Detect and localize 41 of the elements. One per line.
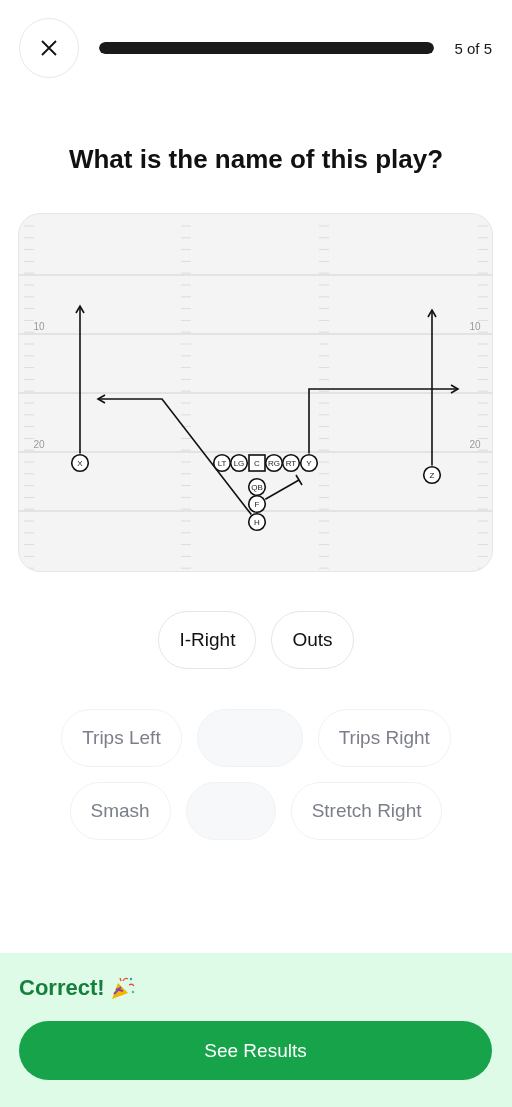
player-marker	[247, 512, 267, 532]
question-title: What is the name of this play?	[67, 144, 445, 175]
option-chip[interactable]: Stretch Right	[290, 782, 443, 840]
player-label: F	[254, 499, 260, 509]
feedback-message: Correct!	[19, 975, 105, 1001]
player-marker	[281, 453, 301, 473]
player-marker	[70, 453, 90, 473]
player-label: LG	[233, 458, 245, 468]
hash-mark	[180, 437, 192, 439]
player-marker	[247, 477, 267, 497]
player-marker	[422, 465, 442, 485]
player-label: X	[77, 458, 83, 468]
close-icon	[41, 40, 57, 56]
option-chip[interactable]: Smash	[69, 782, 171, 840]
player-label: QB	[251, 482, 263, 492]
player-label: H	[254, 517, 260, 527]
player-label: C	[254, 458, 260, 468]
player-label: Z	[429, 470, 435, 480]
hash-mark	[318, 390, 330, 392]
yard-number: 10	[469, 321, 481, 332]
yard-number: 10	[33, 321, 45, 332]
player-marker	[299, 453, 319, 473]
block-line	[264, 474, 303, 501]
player-label: RT	[285, 458, 297, 468]
option-chip[interactable]: Trips Left	[61, 709, 182, 767]
player-marker	[212, 453, 232, 473]
player-label: LT	[217, 458, 227, 468]
player-marker	[264, 453, 284, 473]
answer-chip[interactable]: I-Right	[158, 611, 257, 669]
player-label: Y	[306, 458, 312, 468]
player-marker	[229, 453, 249, 473]
yard-number: 20	[469, 439, 481, 450]
see-results-button[interactable]: See Results	[19, 1021, 492, 1080]
yard-number: 20	[33, 439, 45, 450]
progress-counter: 5 of 5	[454, 39, 492, 57]
player-label: RG	[268, 458, 280, 468]
option-chip[interactable]: Trips Right	[317, 709, 451, 767]
answer-chip[interactable]: Outs	[271, 611, 354, 669]
hash-mark	[180, 426, 192, 428]
player-marker	[248, 454, 266, 472]
player-marker	[247, 494, 267, 514]
